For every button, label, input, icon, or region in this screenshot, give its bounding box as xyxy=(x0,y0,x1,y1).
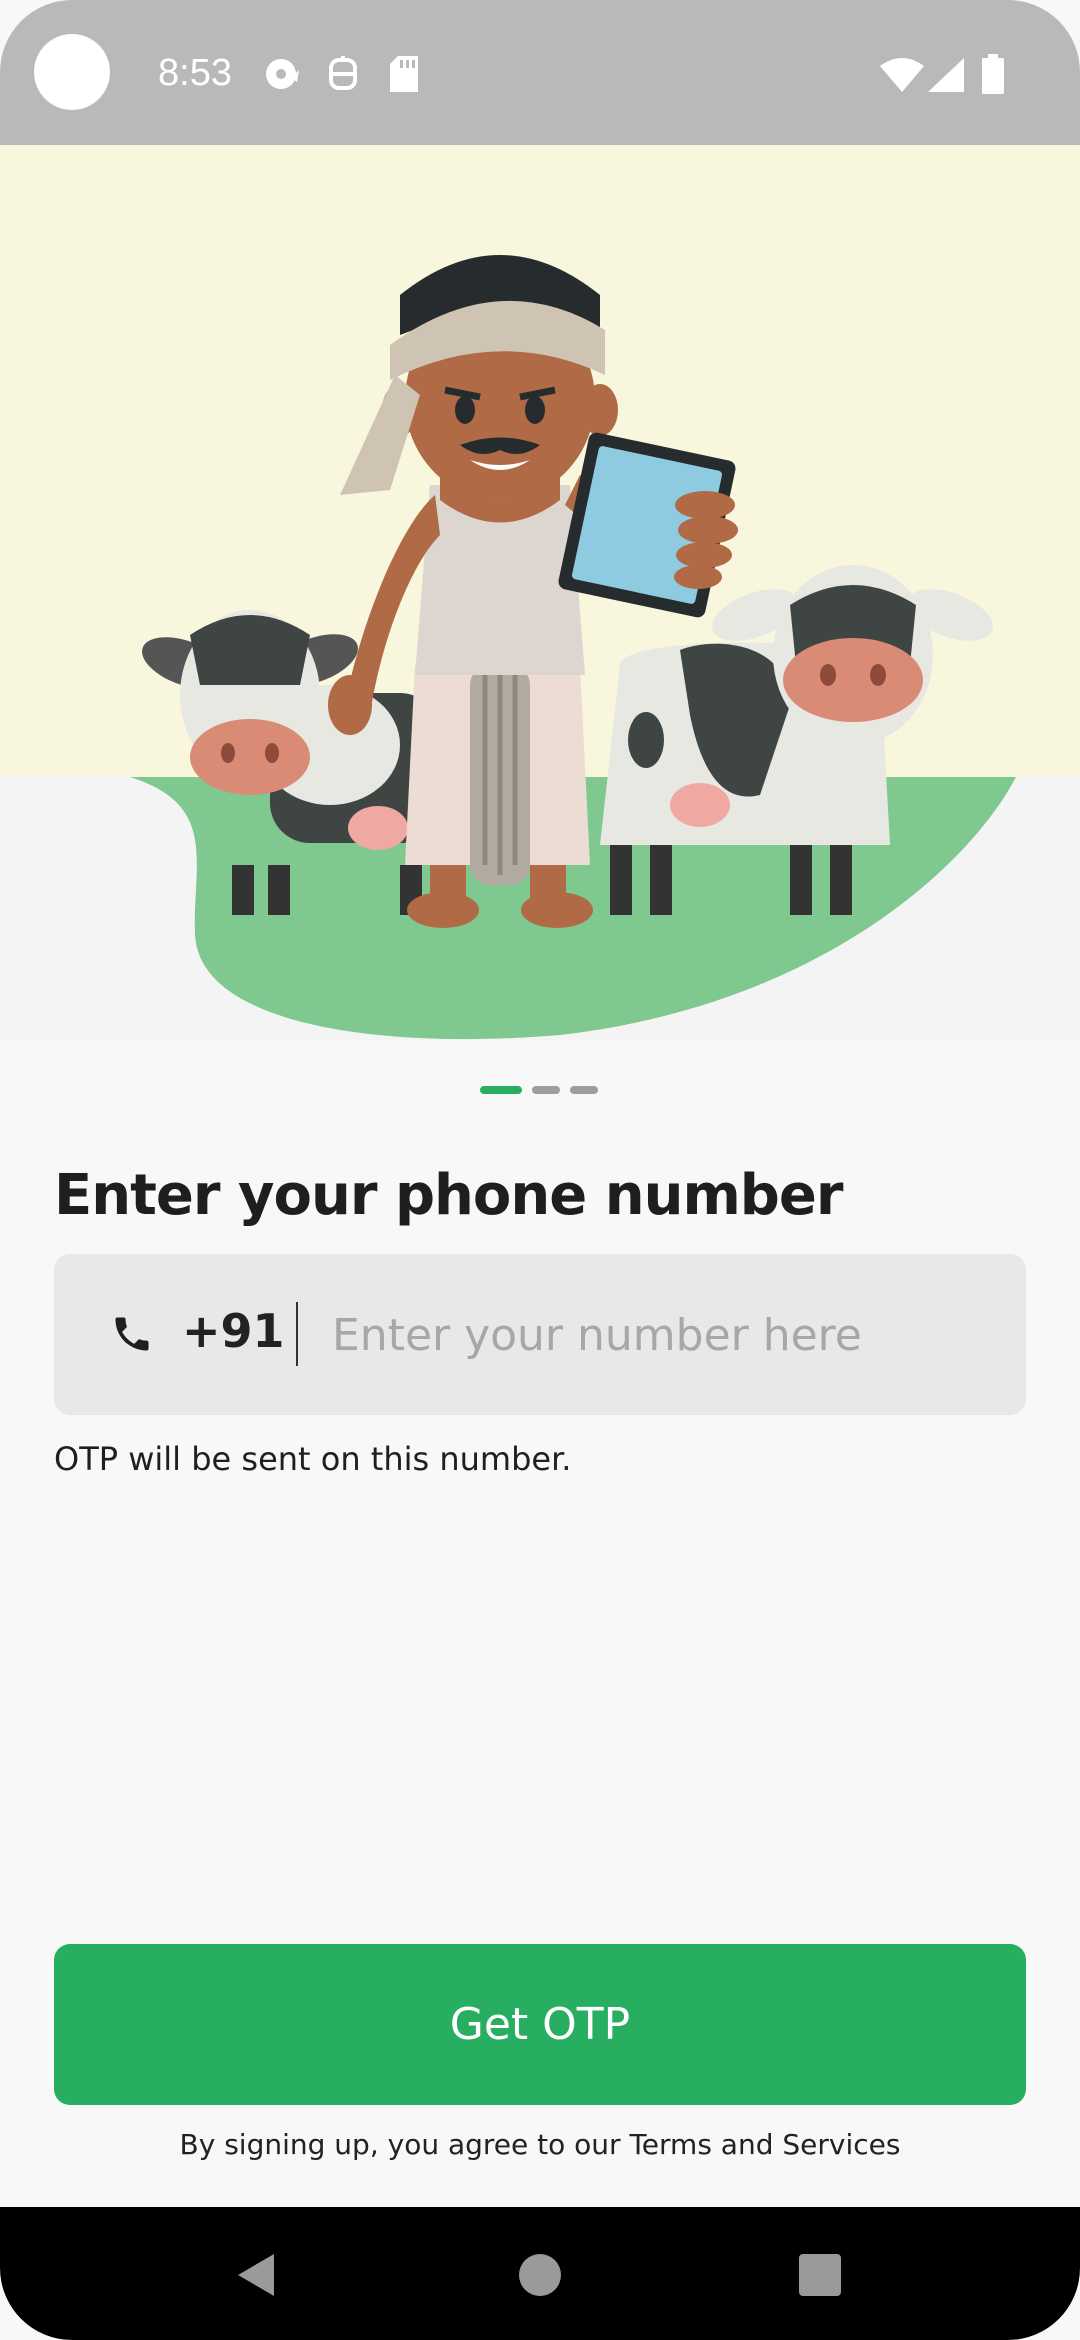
wifi-icon xyxy=(880,58,924,92)
screen: 8:53 Enter your phone number +91 Enter y… xyxy=(0,0,1080,2340)
recents-icon[interactable] xyxy=(799,2254,841,2296)
status-time: 8:53 xyxy=(158,52,232,94)
farmer-illustration xyxy=(0,145,1080,1040)
helper-text: OTP will be sent on this number. xyxy=(54,1440,572,1478)
camera-cutout xyxy=(34,34,110,110)
back-icon[interactable] xyxy=(236,2252,276,2298)
home-icon[interactable] xyxy=(518,2253,562,2297)
phone-input[interactable] xyxy=(330,1294,994,1376)
page-dot-active xyxy=(480,1086,522,1094)
battery-icon xyxy=(982,54,1004,94)
signal-icon xyxy=(928,58,964,92)
android-icon xyxy=(329,56,357,90)
sd-card-icon xyxy=(390,56,418,92)
hero-illustration xyxy=(0,145,1080,1040)
page-dot xyxy=(532,1086,560,1094)
page-title: Enter your phone number xyxy=(54,1163,843,1228)
terms-text[interactable]: By signing up, you agree to our Terms an… xyxy=(0,2128,1080,2161)
page-indicator xyxy=(480,1086,600,1096)
field-separator xyxy=(296,1302,298,1366)
country-code[interactable]: +91 xyxy=(182,1304,285,1358)
page-dot xyxy=(570,1086,598,1094)
get-otp-button[interactable]: Get OTP xyxy=(54,1944,1026,2105)
media-icon xyxy=(266,59,299,89)
status-bar: 8:53 xyxy=(0,0,1080,145)
navigation-bar xyxy=(0,2207,1080,2340)
phone-field[interactable]: +91 xyxy=(54,1254,1026,1415)
phone-icon xyxy=(115,1317,149,1351)
